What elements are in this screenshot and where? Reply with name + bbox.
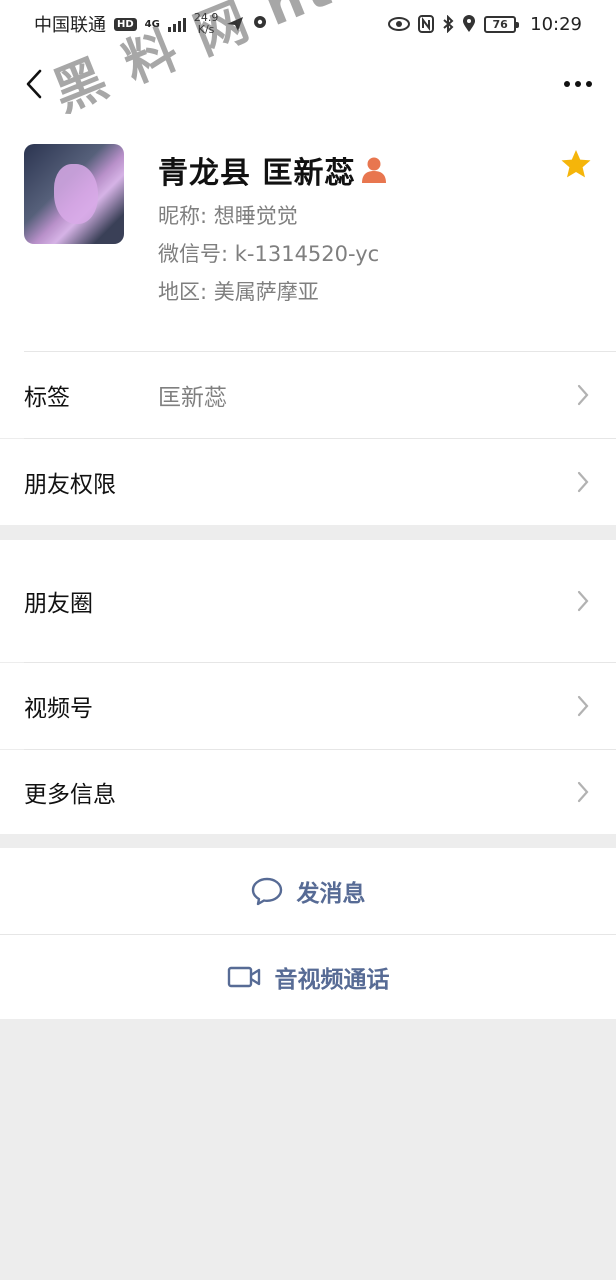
- chevron-right-icon: [577, 384, 589, 406]
- battery-icon: 76: [484, 15, 520, 33]
- row-channels[interactable]: 视频号: [0, 663, 616, 749]
- region: 地区: 美属萨摩亚: [158, 280, 319, 304]
- eye-icon: [388, 17, 411, 31]
- status-right: 76 10:29: [388, 14, 582, 35]
- video-camera-icon: [227, 966, 260, 988]
- send-message-label: 发消息: [296, 881, 366, 907]
- nav-bar: [0, 48, 616, 120]
- name-row: 青龙县 匡新蕊: [158, 148, 387, 192]
- channels-label: 视频号: [24, 696, 93, 722]
- profile-card: 青龙县 匡新蕊 昵称: 想睡觉觉 微信号: k-1314520-yc 地区: 美…: [0, 120, 616, 352]
- contact-name: 青龙县 匡新蕊: [158, 156, 356, 191]
- avatar[interactable]: [24, 144, 124, 244]
- star-icon[interactable]: [560, 148, 592, 180]
- gps-icon: [463, 15, 476, 32]
- video-call-button[interactable]: 音视频通话: [0, 935, 616, 1019]
- permissions-label: 朋友权限: [24, 472, 116, 498]
- row-moments[interactable]: 朋友圈: [0, 540, 616, 662]
- nickname: 昵称: 想睡觉觉: [158, 204, 298, 228]
- tags-value: 匡新蕊: [158, 385, 227, 411]
- bluetooth-icon: [443, 15, 454, 33]
- row-more-info[interactable]: 更多信息: [0, 750, 616, 834]
- video-call-label: 音视频通话: [274, 967, 390, 993]
- wechat-id: 微信号: k-1314520-yc: [158, 242, 380, 266]
- nfc-icon: [418, 15, 435, 33]
- chevron-right-icon: [577, 590, 589, 612]
- clock: 10:29: [530, 13, 582, 35]
- chevron-right-icon: [577, 781, 589, 803]
- more-info-label: 更多信息: [24, 782, 116, 808]
- chat-bubble-icon: [251, 877, 282, 906]
- row-friend-permissions[interactable]: 朋友权限: [0, 439, 616, 525]
- tags-label: 标签: [24, 385, 70, 411]
- location-icon: [254, 16, 267, 28]
- status-bar: 中国联通 HD 4G 24.9 K/s 76 10:29: [0, 0, 616, 48]
- chevron-left-icon[interactable]: [20, 66, 48, 102]
- moments-label: 朋友圈: [24, 591, 93, 617]
- hd-badge: HD: [114, 17, 137, 31]
- chevron-right-icon: [577, 471, 589, 493]
- carrier-name: 中国联通: [34, 15, 106, 36]
- status-left: 中国联通 HD 4G 24.9 K/s: [34, 11, 268, 37]
- more-dots-icon[interactable]: [558, 71, 598, 97]
- send-icon: [227, 17, 244, 31]
- network-gen: 4G: [144, 18, 160, 30]
- net-speed: 24.9 K/s: [194, 12, 219, 36]
- send-message-button[interactable]: 发消息: [0, 848, 616, 934]
- signal-icon: [167, 16, 186, 32]
- row-tags[interactable]: 标签 匡新蕊: [0, 352, 616, 438]
- net-speed-unit: K/s: [197, 23, 215, 36]
- person-icon: [362, 157, 387, 183]
- chevron-right-icon: [577, 695, 589, 717]
